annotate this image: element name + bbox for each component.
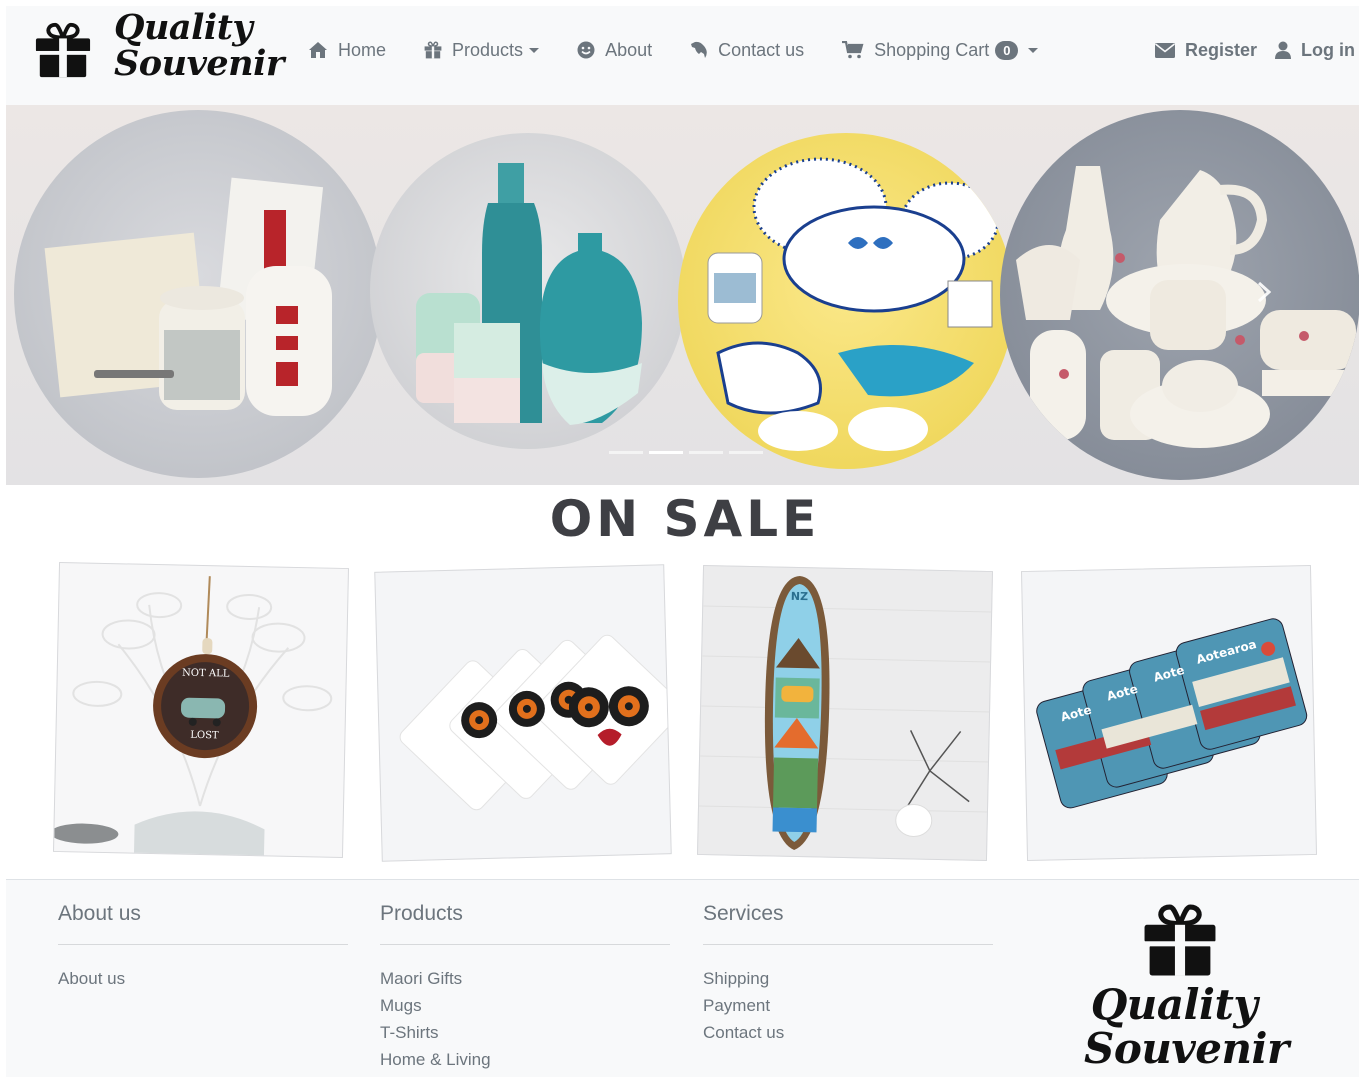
footer-brand-logo: Quality Souvenir xyxy=(1084,902,1289,1073)
footer-column-products: Products Maori Gifts Mugs T-Shirts Home … xyxy=(380,902,670,1073)
aotearoa-coasters-illustration: Aote Aote Aote Aotearoa xyxy=(1036,618,1308,809)
svg-text:NOT ALL: NOT ALL xyxy=(182,668,230,680)
footer-list-products: Maori Gifts Mugs T-Shirts Home & Living xyxy=(380,965,670,1073)
account-nav: Register Log in xyxy=(1137,36,1355,64)
wood-ornament-illustration: NOT ALL LOST xyxy=(52,576,333,858)
nav-login-label: Log in xyxy=(1301,39,1355,60)
navbar: Quality Souvenir Home Products About Con… xyxy=(6,6,1359,105)
nav-home-label: Home xyxy=(338,39,387,60)
glass-vases-illustration xyxy=(416,163,642,425)
footer-heading-about: About us xyxy=(58,902,348,945)
nav-register-label: Register xyxy=(1184,39,1258,60)
nav-cart[interactable]: Shopping Cart 0 xyxy=(842,36,1039,64)
gift-icon xyxy=(424,41,442,59)
carousel-indicator-1[interactable] xyxy=(609,451,643,454)
footer-link-mugs[interactable]: Mugs xyxy=(380,992,670,1019)
lighthouse-ceramics-illustration xyxy=(44,177,332,416)
envelope-icon xyxy=(1154,42,1175,58)
chevron-down-icon xyxy=(529,47,540,53)
footer: About us About us Products Maori Gifts M… xyxy=(6,879,1359,1077)
brand-name: Quality Souvenir xyxy=(114,10,284,82)
gift-icon xyxy=(35,22,91,78)
footer-link-shipping[interactable]: Shipping xyxy=(703,965,993,992)
on-sale-heading: ON SALE xyxy=(549,490,821,548)
carousel-image-rose-ceramics xyxy=(1000,110,1359,480)
user-icon xyxy=(1275,41,1292,59)
footer-link-t-shirts[interactable]: T-Shirts xyxy=(380,1019,670,1046)
svg-text:LOST: LOST xyxy=(190,730,219,742)
carousel-indicators xyxy=(609,451,769,454)
sale-product-card-aotearoa-coasters[interactable]: Aote Aote Aote Aotearoa xyxy=(1020,564,1318,862)
chevron-right-icon[interactable] xyxy=(1257,281,1271,303)
hero-carousel[interactable] xyxy=(6,105,1359,485)
carousel-image-glass-vases xyxy=(370,133,686,449)
footer-column-about: About us About us xyxy=(58,902,348,992)
brand-line2: Souvenir xyxy=(114,43,284,84)
nav-register[interactable]: Register xyxy=(1154,36,1258,64)
footer-heading-products: Products xyxy=(380,902,670,945)
nav-home[interactable]: Home xyxy=(308,36,386,64)
nav-cart-label: Shopping Cart xyxy=(874,39,990,60)
home-icon xyxy=(309,42,327,58)
gift-icon xyxy=(1144,904,1216,976)
nav-contact-label: Contact us xyxy=(718,39,805,60)
footer-brand-line2: Souvenir xyxy=(1084,1024,1289,1073)
carousel-indicator-4[interactable] xyxy=(729,451,763,454)
footer-link-about-us[interactable]: About us xyxy=(58,965,348,992)
svg-text:NZ: NZ xyxy=(791,590,808,603)
sale-product-card-surfboard[interactable]: NZ xyxy=(696,564,994,862)
brand-logo[interactable]: Quality Souvenir xyxy=(34,10,284,82)
footer-list-about: About us xyxy=(58,965,348,992)
nav-about[interactable]: About xyxy=(577,36,652,64)
sale-product-card-wood-ornament[interactable]: NOT ALL LOST xyxy=(52,561,350,859)
footer-list-services: Shipping Payment Contact us xyxy=(703,965,993,1046)
carousel-image-fish-tableware xyxy=(678,133,1014,469)
koru-coasters-illustration xyxy=(399,634,672,811)
phone-icon xyxy=(691,41,707,58)
rose-ceramics-illustration xyxy=(1016,166,1356,448)
footer-link-payment[interactable]: Payment xyxy=(703,992,993,1019)
cart-icon xyxy=(842,41,864,59)
nav-products[interactable]: Products xyxy=(424,36,540,64)
sale-product-card-coasters-koru[interactable] xyxy=(374,564,672,862)
footer-column-services: Services Shipping Payment Contact us xyxy=(703,902,993,1046)
surfboard-illustration: NZ xyxy=(699,576,994,850)
nav-login[interactable]: Log in xyxy=(1275,36,1355,64)
nav-products-label: Products xyxy=(452,39,524,60)
fish-tableware-illustration xyxy=(707,157,1000,451)
footer-link-contact-us[interactable]: Contact us xyxy=(703,1019,993,1046)
footer-link-maori-gifts[interactable]: Maori Gifts xyxy=(380,965,670,992)
carousel-indicator-2[interactable] xyxy=(649,451,683,454)
footer-link-home-living[interactable]: Home & Living xyxy=(380,1046,670,1073)
chevron-down-icon xyxy=(1028,47,1039,53)
smile-icon xyxy=(577,41,595,59)
cart-count-badge: 0 xyxy=(995,40,1019,60)
footer-brand-line1: Quality xyxy=(1090,980,1258,1029)
footer-heading-services: Services xyxy=(703,902,993,945)
main-nav: Home Products About Contact us Shopping … xyxy=(308,36,1076,64)
brand-line1: Quality xyxy=(114,7,253,48)
carousel-indicator-3[interactable] xyxy=(689,451,723,454)
nav-contact[interactable]: Contact us xyxy=(690,36,804,64)
carousel-image-lighthouse-ceramics xyxy=(14,110,382,478)
nav-about-label: About xyxy=(605,39,653,60)
footer-brand-name: Quality Souvenir xyxy=(1084,980,1289,1073)
